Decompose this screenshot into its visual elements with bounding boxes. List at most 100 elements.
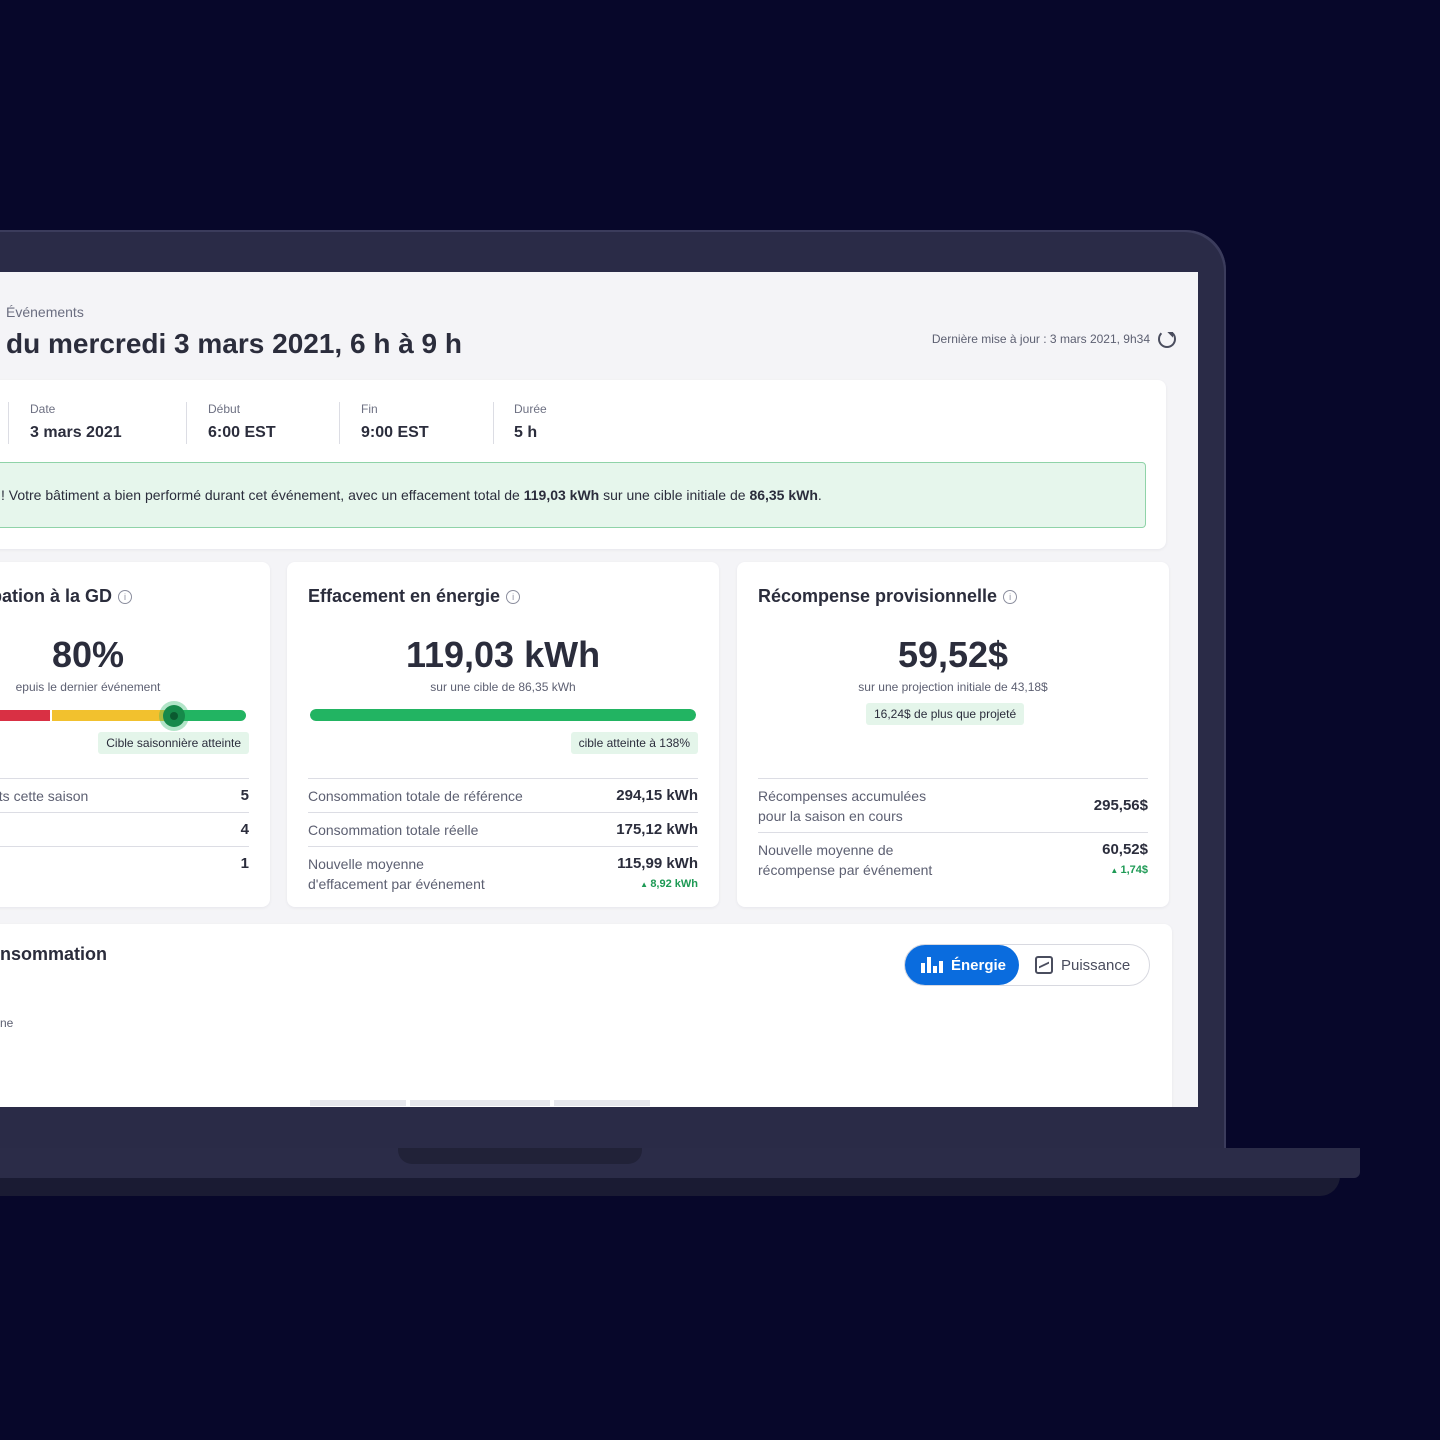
page-title: du mercredi 3 mars 2021, 6 h à 9 h xyxy=(6,328,463,359)
energy-stats: Consommation totale de référence 294,15 k… xyxy=(308,778,698,901)
energy-progress-fill xyxy=(310,709,696,721)
toggle-energy[interactable]: Énergie xyxy=(905,945,1019,985)
stat-label: nts cette saison xyxy=(0,788,89,804)
line-chart-icon xyxy=(1035,956,1053,974)
reward-subtitle: sur une projection initiale de 43,18$ xyxy=(858,680,1048,694)
participation-stats: nts cette saison 5 s4 s1 xyxy=(0,778,249,880)
stat-label: Récompenses accumulées pour la saison en … xyxy=(758,786,926,826)
success-text-1: ! Votre bâtiment a bien performé durant … xyxy=(1,487,524,503)
reward-title: Récompense provisionnelle i xyxy=(758,586,1018,607)
participation-gauge xyxy=(0,710,246,721)
detail-date: Date 3 mars 2021 xyxy=(30,402,122,442)
participation-title: pation à la GD i xyxy=(0,586,133,607)
detail-start-label: Début xyxy=(208,402,241,416)
last-update-text: Dernière mise à jour : 3 mars 2021, 9h34 xyxy=(931,332,1150,346)
gauge-marker xyxy=(163,705,185,727)
success-text-3: . xyxy=(817,487,822,503)
stat-label-line2: d'effacement par événement xyxy=(308,876,485,892)
success-effacement: 119,03 kWh xyxy=(523,487,600,503)
stat-delta: 1,74$ xyxy=(1102,860,1148,881)
stat-delta: 8,92 kWh xyxy=(617,874,698,895)
chart-mode-toggle: Énergie Puissance xyxy=(904,944,1150,986)
divider xyxy=(186,402,187,444)
stat-value: 60,52$ 1,74$ xyxy=(1102,840,1148,881)
stat-row: Consommation totale réelle 175,12 kWh xyxy=(308,813,698,847)
info-icon[interactable]: i xyxy=(118,589,133,604)
stat-label-line1: Nouvelle moyenne de xyxy=(758,842,894,858)
reward-card: Récompense provisionnelle i 59,52$ sur u… xyxy=(737,562,1169,907)
laptop-base-shadow xyxy=(0,1176,1340,1196)
success-banner: ! Votre bâtiment a bien performé durant … xyxy=(0,462,1146,528)
gauge-yellow-segment xyxy=(52,710,174,721)
participation-pill: Cible saisonnière atteinte xyxy=(98,732,249,754)
success-cible: 86,35 kWh xyxy=(749,487,818,503)
toggle-power-label: Puissance xyxy=(1061,956,1131,974)
stat-row: nts cette saison 5 xyxy=(0,779,249,813)
consumption-hint: ne xyxy=(0,1016,14,1030)
info-icon[interactable]: i xyxy=(1003,589,1018,604)
energy-value: 119,03 kWh xyxy=(405,634,601,675)
detail-end: Fin 9:00 EST xyxy=(361,402,429,442)
stat-value: 115,99 kWh 8,92 kWh xyxy=(617,854,698,895)
divider xyxy=(8,402,9,444)
energy-pill: cible atteinte à 138% xyxy=(570,732,698,754)
stat-value: 5 xyxy=(240,787,249,804)
toggle-power[interactable]: Puissance xyxy=(1019,945,1146,985)
bar-chart-icon xyxy=(921,957,943,973)
detail-duration: Durée 5 h xyxy=(514,402,547,442)
success-text-2: sur une cible initiale de xyxy=(599,487,750,503)
chart-placeholder xyxy=(310,1100,406,1106)
info-icon[interactable]: i xyxy=(506,589,521,604)
refresh-icon[interactable] xyxy=(1158,330,1176,348)
reward-title-text: Récompense provisionnelle xyxy=(758,586,998,606)
participation-card: pation à la GD i 80% epuis le dernier év… xyxy=(0,562,270,907)
breadcrumb[interactable]: Événements xyxy=(6,304,84,320)
stat-value: 4 xyxy=(240,821,249,838)
energy-title: Effacement en énergie i xyxy=(308,586,521,607)
chart-placeholder xyxy=(554,1100,650,1106)
gauge-green-segment xyxy=(175,710,246,721)
stat-value-main: 60,52$ xyxy=(1102,841,1148,858)
divider xyxy=(339,402,340,444)
stat-value: 1 xyxy=(240,855,249,872)
detail-end-value: 9:00 EST xyxy=(361,424,429,441)
event-details-card: Date 3 mars 2021 Début 6:00 EST Fin 9:00… xyxy=(0,380,1166,549)
stat-row: Nouvelle moyenne d'effacement par événeme… xyxy=(308,847,698,901)
reward-value: 59,52$ xyxy=(897,634,1009,675)
energy-progress-bar xyxy=(310,709,696,721)
stat-label: Consommation totale de référence xyxy=(308,788,523,804)
detail-start: Début 6:00 EST xyxy=(208,402,276,442)
stat-label: Nouvelle moyenne d'effacement par événeme… xyxy=(308,854,485,894)
stat-label-line2: récompense par événement xyxy=(758,862,933,878)
detail-end-label: Fin xyxy=(361,402,378,416)
energy-title-text: Effacement en énergie xyxy=(308,586,501,606)
stat-row: s4 xyxy=(0,813,249,847)
consumption-card: nsommation ne Énergie Puissance xyxy=(0,924,1172,1107)
detail-date-label: Date xyxy=(30,402,56,416)
stat-label-line1: Récompenses accumulées xyxy=(758,788,927,804)
stat-label: Nouvelle moyenne de récompense par événem… xyxy=(758,840,932,880)
toggle-energy-label: Énergie xyxy=(951,956,1007,974)
participation-title-text: pation à la GD xyxy=(0,586,113,606)
stat-label: Consommation totale réelle xyxy=(308,822,479,838)
detail-duration-label: Durée xyxy=(514,402,547,416)
divider xyxy=(493,402,494,444)
stat-row: s1 xyxy=(0,847,249,880)
consumption-title: nsommation xyxy=(0,944,108,964)
detail-duration-value: 5 h xyxy=(514,424,538,441)
stat-label-line1: Nouvelle moyenne xyxy=(308,856,424,872)
stat-value: 295,56$ xyxy=(1093,797,1148,814)
energy-subtitle: sur une cible de 86,35 kWh xyxy=(430,680,576,694)
laptop-base xyxy=(0,1148,1360,1178)
stat-row: Récompenses accumulées pour la saison en … xyxy=(758,779,1148,833)
stat-row: Nouvelle moyenne de récompense par événem… xyxy=(758,833,1148,887)
stat-label-line2: pour la saison en cours xyxy=(758,808,903,824)
detail-date-value: 3 mars 2021 xyxy=(30,424,122,441)
stat-value-main: 115,99 kWh xyxy=(617,855,698,872)
stat-value: 294,15 kWh xyxy=(616,787,698,804)
participation-value: 80% xyxy=(51,634,125,675)
stat-value: 175,12 kWh xyxy=(616,821,698,838)
reward-pill: 16,24$ de plus que projeté xyxy=(866,703,1025,725)
laptop-notch xyxy=(398,1148,642,1164)
chart-placeholder xyxy=(410,1100,550,1106)
